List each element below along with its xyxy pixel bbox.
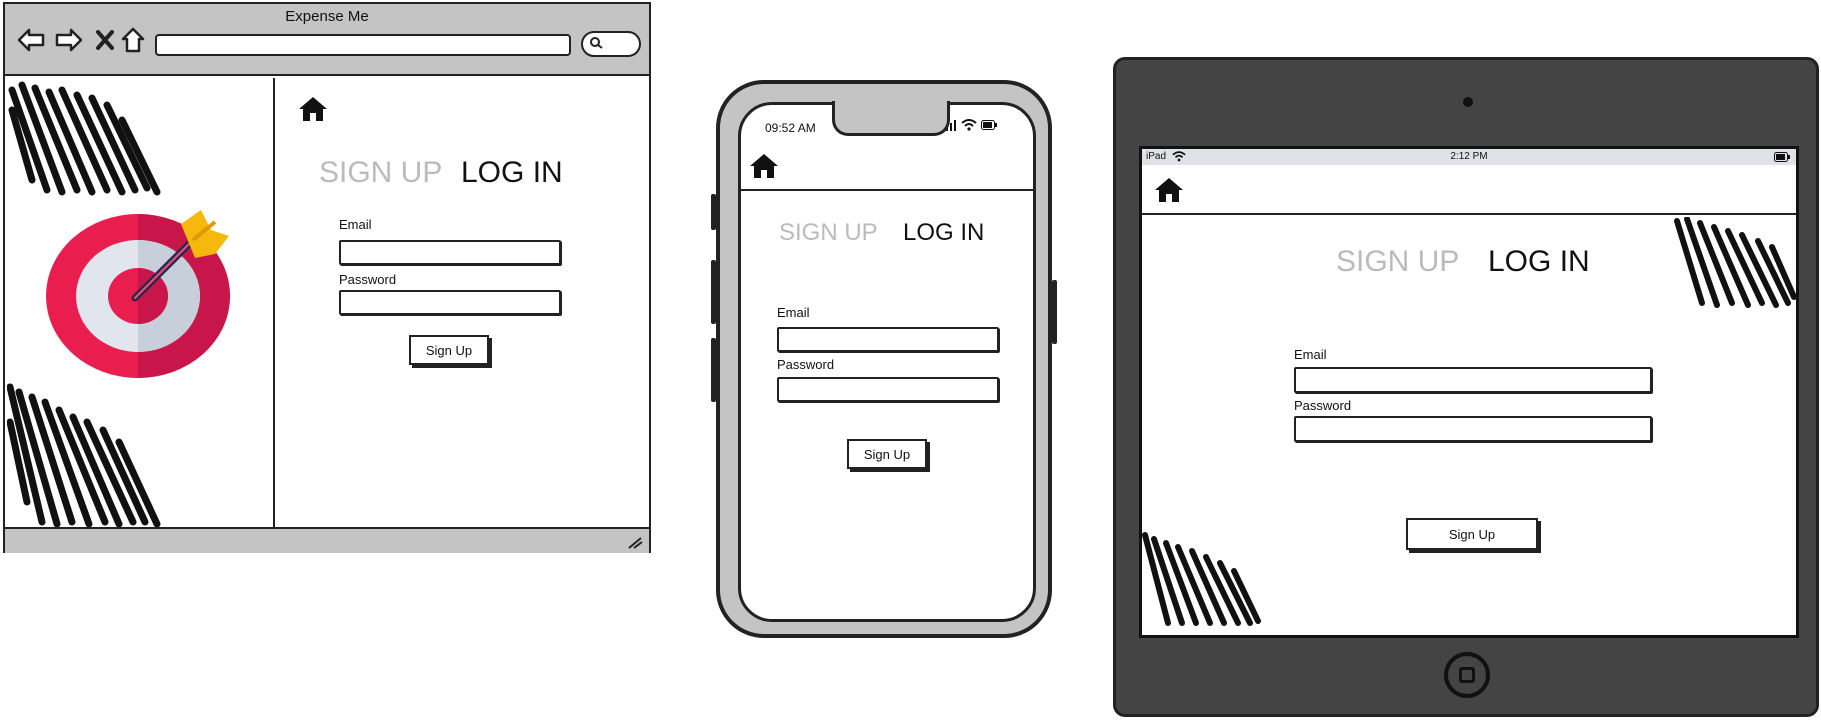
search-field[interactable] [581, 31, 641, 57]
password-field[interactable] [777, 377, 999, 402]
scribble-decoration [1674, 217, 1796, 308]
email-label: Email [777, 305, 810, 320]
back-icon[interactable] [17, 26, 45, 54]
tab-log-in[interactable]: LOG IN [1488, 245, 1590, 279]
phone-side-button [711, 194, 716, 230]
tablet-status-bar: iPad 2:12 PM [1142, 149, 1796, 165]
phone-screen: 09:52 AM SIGN UP LOG IN Email Password S… [738, 102, 1036, 622]
tablet-device: iPad 2:12 PM SIGN UP LOG IN Email Passwo… [1113, 57, 1819, 717]
phone-side-button [1052, 280, 1057, 344]
sign-up-button[interactable]: Sign Up [847, 439, 927, 469]
tablet-time: 2:12 PM [1450, 151, 1488, 162]
home-icon[interactable] [298, 96, 328, 122]
password-label: Password [1294, 398, 1352, 413]
wifi-icon [961, 119, 977, 131]
password-label: Password [777, 357, 835, 372]
url-input[interactable] [155, 34, 571, 56]
tab-log-in[interactable]: LOG IN [903, 219, 984, 247]
resize-grip-icon[interactable] [627, 535, 643, 549]
desktop-browser-window: Expense Me SIGN UP LOG IN Email Password… [3, 2, 651, 553]
tab-sign-up[interactable]: SIGN UP [319, 156, 442, 190]
tab-sign-up[interactable]: SIGN UP [1336, 245, 1459, 279]
search-icon [590, 37, 603, 49]
email-field[interactable] [339, 240, 561, 265]
sign-up-button[interactable]: Sign Up [1406, 518, 1538, 550]
phone-device: 09:52 AM SIGN UP LOG IN Email Password S… [711, 80, 1057, 638]
phone-time: 09:52 AM [765, 121, 816, 135]
tab-sign-up[interactable]: SIGN UP [779, 219, 878, 247]
password-label: Password [339, 272, 397, 287]
home-nav-icon[interactable] [119, 26, 147, 54]
home-icon[interactable] [1154, 177, 1184, 203]
phone-side-button [711, 260, 716, 324]
status-bar [5, 527, 649, 553]
sign-up-button[interactable]: Sign Up [409, 335, 489, 365]
email-field[interactable] [1294, 367, 1652, 393]
window-title: Expense Me [285, 8, 369, 25]
battery-icon [1774, 152, 1790, 162]
panel-divider [273, 78, 275, 530]
target-icon [46, 210, 230, 378]
email-label: Email [1294, 347, 1327, 362]
tab-log-in[interactable]: LOG IN [461, 156, 563, 190]
header-divider [1142, 213, 1796, 215]
password-field[interactable] [339, 290, 561, 315]
scribble-decoration [7, 383, 161, 528]
close-icon[interactable] [91, 26, 119, 54]
email-label: Email [339, 217, 372, 232]
browser-toolbar: Expense Me [5, 4, 649, 76]
tablet-screen: iPad 2:12 PM SIGN UP LOG IN Email Passwo… [1139, 146, 1799, 638]
password-field[interactable] [1294, 416, 1652, 442]
home-icon[interactable] [749, 153, 779, 179]
home-button[interactable] [1444, 652, 1490, 698]
phone-side-button [711, 338, 716, 402]
scribble-decoration [8, 81, 161, 196]
phone-notch [832, 101, 950, 136]
email-field[interactable] [777, 327, 999, 352]
scribble-decoration [1142, 532, 1261, 626]
battery-icon [981, 120, 997, 130]
header-divider [741, 189, 1033, 191]
tablet-camera [1463, 97, 1473, 107]
forward-icon[interactable] [55, 26, 83, 54]
home-button-square-icon [1459, 667, 1475, 683]
